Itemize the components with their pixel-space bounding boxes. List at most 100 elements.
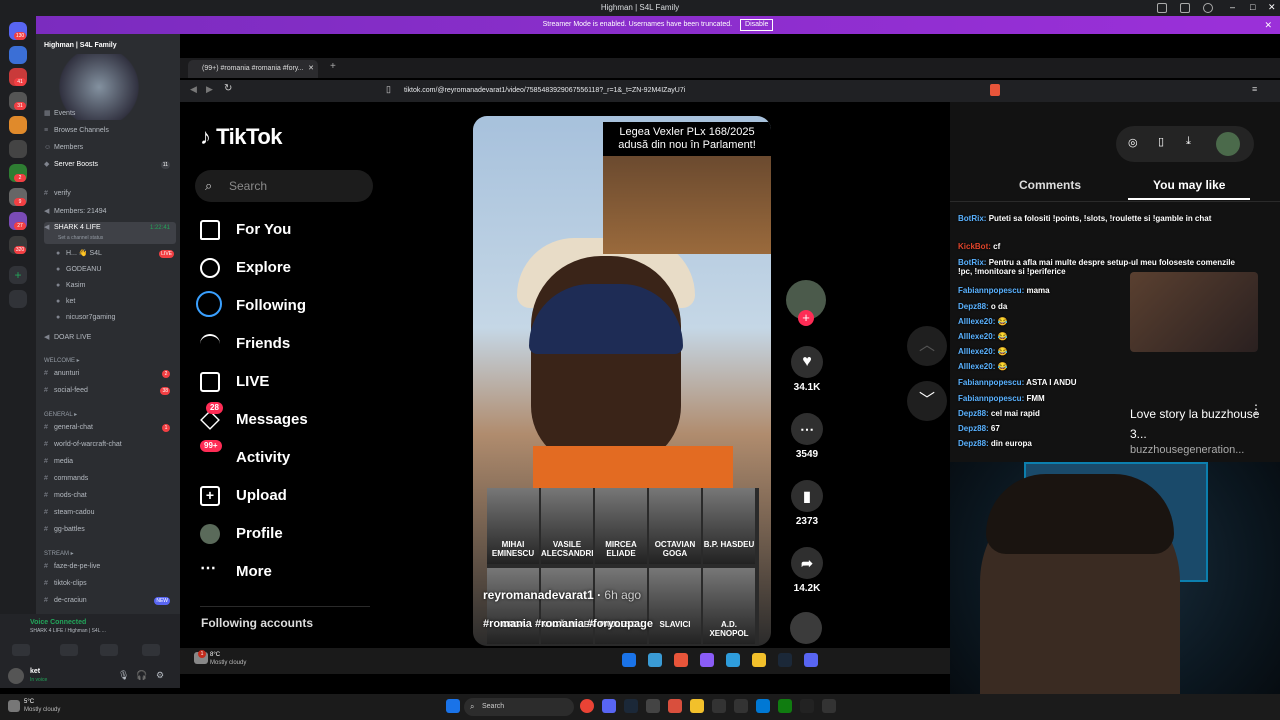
more-vert-icon[interactable]: ⋮ bbox=[1250, 402, 1262, 416]
nav-for-you[interactable]: For You bbox=[200, 216, 370, 244]
url-input[interactable]: tiktok.com/@reyromanadevarat1/video/7585… bbox=[404, 84, 894, 98]
voice-channel-shark[interactable]: ◀ SHARK 4 LIFE 1:22:41 Set a channel status bbox=[44, 222, 176, 244]
channel-de-craciun[interactable]: # de-craciun NEW bbox=[44, 595, 176, 607]
tab-you-may-like[interactable]: You may like bbox=[1153, 178, 1225, 192]
chat-username[interactable]: KickBot: bbox=[958, 242, 991, 251]
device-icon[interactable]: ▯ bbox=[1158, 135, 1164, 148]
channel-faze-de-pe-live[interactable]: # faze-de-pe-live bbox=[44, 561, 176, 573]
chat-username[interactable]: Depz88: bbox=[958, 424, 989, 433]
inbox-icon[interactable] bbox=[1157, 3, 1167, 13]
video-player[interactable]: Legea Vexler PLx 168/2025 adusă din nou … bbox=[473, 116, 771, 646]
channel-gg-battles[interactable]: # gg-battles bbox=[44, 524, 176, 536]
new-tab-icon[interactable]: + bbox=[330, 61, 336, 72]
server-name[interactable]: Highman | S4L Family bbox=[44, 42, 117, 49]
reload-icon[interactable]: ↻ bbox=[224, 83, 232, 94]
chat-username[interactable]: Fabiannpopescu: bbox=[958, 394, 1024, 403]
comment-button[interactable]: ⋯ 3549 bbox=[785, 413, 829, 460]
soundboard-icon[interactable] bbox=[142, 644, 160, 656]
taskbar-app-icon[interactable] bbox=[822, 699, 836, 713]
voice-user[interactable]: ● H... 👋 S4L LIVE bbox=[56, 248, 188, 260]
disable-button[interactable]: Disable bbox=[740, 19, 774, 31]
browse-channels-link[interactable]: ≡ Browse Channels bbox=[44, 125, 176, 137]
recommended-channel[interactable]: buzzhousegeneration... bbox=[1130, 444, 1244, 456]
bookmark-icon[interactable]: ▯ bbox=[386, 84, 391, 95]
channel-tiktok-clips[interactable]: # tiktok-clips bbox=[44, 578, 176, 590]
chat-username[interactable]: Alllexe20: bbox=[958, 347, 995, 356]
music-disc-icon[interactable] bbox=[790, 612, 822, 644]
banner-close-icon[interactable]: ✕ bbox=[1264, 16, 1272, 34]
voice-user[interactable]: ● ket bbox=[56, 296, 188, 308]
headphones-icon[interactable]: 🎧 bbox=[136, 670, 147, 681]
explorer-icon[interactable] bbox=[690, 699, 704, 713]
menu-icon[interactable]: ≡ bbox=[1252, 84, 1257, 94]
chevron-up-icon[interactable]: ︿ bbox=[907, 326, 947, 366]
chevron-down-icon[interactable]: ﹀ bbox=[907, 381, 947, 421]
taskbar-app-icon[interactable] bbox=[756, 699, 770, 713]
channel-verify[interactable]: # verify bbox=[44, 188, 176, 200]
channel-media[interactable]: # media bbox=[44, 456, 176, 468]
add-server-icon[interactable]: + bbox=[9, 266, 27, 284]
nav-messages[interactable]: 28 Messages bbox=[200, 402, 370, 434]
like-button[interactable]: ♥ 34.1K bbox=[785, 346, 829, 393]
share-button[interactable]: ➦ 14.2K bbox=[785, 547, 829, 594]
taskbar-app-icon[interactable] bbox=[712, 699, 726, 713]
minimize-icon[interactable]: – bbox=[1230, 2, 1235, 12]
nav-following[interactable]: Following bbox=[196, 291, 370, 320]
category-welcome[interactable]: WELCOME ▸ bbox=[44, 357, 80, 364]
channel-anunturi[interactable]: # anunturi 2 bbox=[44, 368, 176, 380]
settings-icon[interactable]: ⚙ bbox=[156, 670, 164, 681]
nav-more[interactable]: ⋯ More bbox=[200, 558, 370, 586]
nav-profile[interactable]: Profile bbox=[200, 520, 370, 548]
follow-plus-icon[interactable]: + bbox=[798, 310, 814, 326]
chat-username[interactable]: Alllexe20: bbox=[958, 332, 995, 341]
voice-user[interactable]: ● Kasim bbox=[56, 280, 188, 292]
chat-username[interactable]: Alllexe20: bbox=[958, 317, 995, 326]
channel-mods-chat[interactable]: # mods-chat bbox=[44, 490, 176, 502]
members-link[interactable]: ☺ Members bbox=[44, 142, 176, 154]
download-icon[interactable]: ⤓ bbox=[1186, 135, 1191, 148]
server-boosts-link[interactable]: ◆ Server Boosts 11 bbox=[44, 159, 176, 171]
windows-start-icon[interactable] bbox=[622, 653, 636, 667]
video-hashtags[interactable]: #romania #romania #foryoupage bbox=[483, 618, 653, 630]
taskbar-app-icon[interactable] bbox=[800, 699, 814, 713]
nav-friends[interactable]: Friends bbox=[200, 330, 370, 358]
chat-username[interactable]: Depz88: bbox=[958, 409, 989, 418]
discover-icon[interactable] bbox=[9, 290, 27, 308]
chat-username[interactable]: BotRix: bbox=[958, 214, 986, 223]
taskbar-app-icon[interactable] bbox=[734, 699, 748, 713]
taskbar-app-icon[interactable] bbox=[646, 699, 660, 713]
guild-icon[interactable] bbox=[9, 46, 27, 64]
voice-user[interactable]: ● GODEANU bbox=[56, 264, 188, 276]
chat-username[interactable]: Alllexe20: bbox=[958, 362, 995, 371]
voice-user[interactable]: ● nicusor7gaming bbox=[56, 312, 188, 324]
taskbar-app-icon[interactable] bbox=[726, 653, 740, 667]
discord-icon[interactable] bbox=[602, 699, 616, 713]
guild-icon[interactable] bbox=[9, 140, 27, 158]
members-count-channel[interactable]: ◀ Members: 21494 bbox=[44, 206, 176, 218]
back-icon[interactable]: ◀ bbox=[190, 84, 197, 95]
channel-commands[interactable]: # commands bbox=[44, 473, 176, 485]
avatar[interactable] bbox=[1216, 132, 1240, 156]
taskbar-app-icon[interactable] bbox=[700, 653, 714, 667]
brave-shield-icon[interactable] bbox=[990, 84, 1000, 96]
search-input[interactable]: ⌕ Search bbox=[195, 170, 373, 202]
forward-icon[interactable]: ▶ bbox=[206, 84, 213, 95]
category-stream[interactable]: STREAM ▸ bbox=[44, 550, 74, 557]
tab-comments[interactable]: Comments bbox=[1019, 178, 1081, 192]
events-link[interactable]: ▦ Events bbox=[44, 108, 176, 120]
category-general[interactable]: GENERAL ▸ bbox=[44, 411, 77, 418]
video-author[interactable]: reyromanadevarat1 · 6h ago bbox=[483, 588, 641, 602]
mic-icon[interactable]: 🎙 bbox=[118, 670, 129, 681]
help-icon[interactable] bbox=[1203, 3, 1213, 13]
channel-general-chat[interactable]: # general-chat 1 bbox=[44, 422, 176, 434]
save-button[interactable]: ▮ 2373 bbox=[785, 480, 829, 527]
maximize-icon[interactable]: □ bbox=[1250, 2, 1255, 12]
recommended-title[interactable]: Love story la buzzhouse 3... bbox=[1130, 404, 1260, 444]
window-icon[interactable] bbox=[1180, 3, 1190, 13]
windows-start-icon[interactable] bbox=[446, 699, 460, 713]
explorer-icon[interactable] bbox=[752, 653, 766, 667]
channel-doar-live[interactable]: ◀ DOAR LIVE bbox=[44, 332, 176, 344]
nav-explore[interactable]: Explore bbox=[200, 254, 370, 282]
taskbar-search[interactable]: ⌕ Search bbox=[464, 698, 574, 716]
taskbar-app-icon[interactable] bbox=[668, 699, 682, 713]
